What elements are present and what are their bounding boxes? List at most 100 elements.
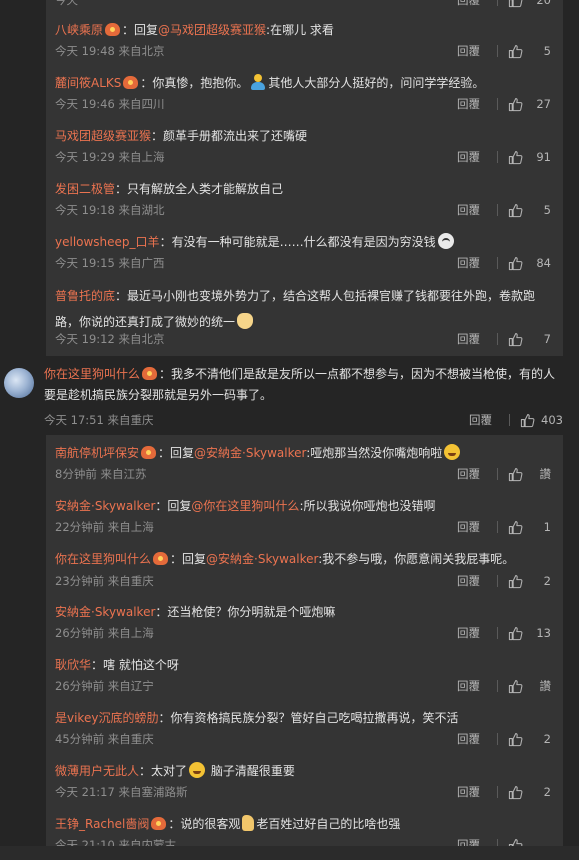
divider bbox=[497, 680, 498, 692]
like-count: 讚 bbox=[539, 467, 552, 481]
divider bbox=[497, 0, 498, 6]
grin-emoji-icon bbox=[444, 444, 461, 460]
reply-body: 其他人大部分人挺好的，问问学学经验。 bbox=[268, 76, 485, 90]
fan-badge-icon bbox=[123, 76, 139, 89]
thumbs-up-icon bbox=[508, 520, 523, 534]
divider bbox=[497, 98, 498, 110]
reply-text: yellowsheep_口羊：有没有一种可能就是……什么都没有是因为穷没钱 bbox=[55, 229, 549, 255]
horizontal-scrollbar[interactable] bbox=[0, 846, 579, 860]
reply-button[interactable]: 回覆 bbox=[457, 466, 489, 482]
reply-body: ：还当枪使？你分明就是个哑炮嘛 bbox=[155, 605, 336, 619]
dog-emoji-icon bbox=[437, 233, 454, 249]
reply-button[interactable]: 回覆 bbox=[469, 412, 501, 428]
reply-body: ：回复 bbox=[170, 552, 207, 566]
reply-text: 发困二极管：只有解放全人类才能解放自己 bbox=[55, 176, 549, 202]
reply-actions: 回覆 91 bbox=[457, 149, 551, 165]
reply-username[interactable]: 安納金·Skywalker bbox=[55, 605, 155, 619]
reply-username[interactable]: 马戏团超级赛亚猴 bbox=[55, 129, 151, 143]
like-button[interactable]: 5 bbox=[508, 44, 551, 59]
reply-button[interactable]: 回覆 bbox=[457, 678, 489, 694]
like-count: 5 bbox=[543, 203, 551, 217]
mention-link[interactable]: @安納金·Skywalker bbox=[194, 446, 306, 460]
like-button[interactable]: 84 bbox=[508, 256, 551, 271]
reply-username[interactable]: 是vikey沉底的螃肋 bbox=[55, 711, 158, 725]
like-button[interactable]: 27 bbox=[508, 97, 551, 112]
reply-button[interactable]: 回覆 bbox=[457, 255, 489, 271]
reply-button[interactable]: 回覆 bbox=[457, 731, 489, 747]
thumb-emoji-icon bbox=[242, 815, 255, 831]
reply-text: 南航停机坪保安 ：回复@安納金·Skywalker:哑炮那当然没你嘴炮响啦 bbox=[55, 440, 549, 466]
reply-username[interactable]: 安納金·Skywalker bbox=[55, 499, 155, 513]
reply-button[interactable]: 回覆 bbox=[457, 96, 489, 112]
thumbs-up-icon bbox=[508, 150, 523, 164]
reply-button[interactable]: 回覆 bbox=[457, 202, 489, 218]
reply-body: :在哪儿 求看 bbox=[266, 23, 334, 37]
reply-username[interactable]: 王铮_Rachel嗇阀 bbox=[55, 817, 149, 831]
like-button[interactable]: 403 bbox=[520, 413, 563, 428]
reply-username[interactable]: 麓间筱ALKS bbox=[55, 76, 121, 90]
thumbs-up-icon bbox=[508, 256, 523, 270]
reply-meta: 今天 19:15 来自广西 bbox=[55, 255, 164, 271]
reply-body: ：有没有一种可能就是……什么都没有是因为穷没钱 bbox=[159, 235, 436, 249]
reply-username[interactable]: 你在这里狗叫什么 bbox=[55, 552, 151, 566]
reply-actions: 回覆 2 bbox=[457, 784, 551, 800]
like-count: 403 bbox=[541, 413, 563, 427]
reply-body: 老百姓过好自己的比啥也强 bbox=[256, 817, 401, 831]
reply-username[interactable]: 南航停机坪保安 bbox=[55, 446, 139, 460]
like-button[interactable]: 1 bbox=[508, 520, 551, 535]
reply-button[interactable]: 回覆 bbox=[457, 43, 489, 59]
reply-username[interactable]: yellowsheep_口羊 bbox=[55, 235, 160, 249]
like-count: 5 bbox=[543, 44, 551, 58]
like-button[interactable]: 13 bbox=[508, 626, 551, 641]
reply-button[interactable]: 回覆 bbox=[457, 149, 489, 165]
reply-meta: 今天 19:12 来自北京 bbox=[55, 331, 164, 347]
mention-link[interactable]: @安納金·Skywalker bbox=[206, 552, 318, 566]
mention-link[interactable]: @你在这里狗叫什么 bbox=[191, 499, 299, 513]
like-button[interactable]: 2 bbox=[508, 785, 551, 800]
reply-meta: 23分钟前 来自重庆 bbox=[55, 573, 154, 589]
mention-link[interactable]: @马戏团超级赛亚猴 bbox=[158, 23, 266, 37]
thumbs-up-icon bbox=[508, 785, 523, 799]
reply-username[interactable]: 微薄用户无此人 bbox=[55, 764, 139, 778]
reply-actions: 回覆 2 bbox=[457, 573, 551, 589]
like-button[interactable]: 5 bbox=[508, 203, 551, 218]
reply-button[interactable]: 回覆 bbox=[457, 519, 489, 535]
like-button[interactable]: 2 bbox=[508, 732, 551, 747]
like-button[interactable]: 讚 bbox=[508, 678, 551, 694]
reply-button[interactable]: 回覆 bbox=[457, 0, 489, 8]
reply-button[interactable]: 回覆 bbox=[457, 573, 489, 589]
reply-button[interactable]: 回覆 bbox=[457, 331, 489, 347]
reply-location: 来自北京 bbox=[118, 332, 165, 346]
reply-time: 今天 bbox=[55, 0, 78, 7]
comment-username[interactable]: 你在这里狗叫什么 bbox=[44, 367, 140, 381]
reply-body: ：你真惨，抱抱你。 bbox=[140, 76, 249, 90]
reply-body: :我不参与哦，你愿意闹关我屁事呢。 bbox=[318, 552, 515, 566]
reply-button[interactable]: 回覆 bbox=[457, 784, 489, 800]
reply-username[interactable]: 普鲁托的底 bbox=[55, 289, 115, 303]
divider bbox=[497, 257, 498, 269]
reply-text: 你在这里狗叫什么 ：回复@安納金·Skywalker:我不参与哦，你愿意闹关我屁事… bbox=[55, 546, 549, 572]
reply-button[interactable]: 回覆 bbox=[457, 625, 489, 641]
reply-time: 今天 19:46 bbox=[55, 97, 115, 111]
fan-badge-icon bbox=[105, 23, 121, 36]
reply-username[interactable]: 耿欣华 bbox=[55, 658, 91, 672]
reply-username[interactable]: 发困二极管 bbox=[55, 182, 115, 196]
like-button[interactable]: 20 bbox=[508, 0, 551, 8]
like-count: 13 bbox=[536, 626, 551, 640]
reply-location: 来自广西 bbox=[118, 256, 165, 270]
like-button[interactable]: 2 bbox=[508, 574, 551, 589]
like-button[interactable]: 91 bbox=[508, 150, 551, 165]
reply-text: 耿欣华：嗐 就怕这个呀 bbox=[55, 652, 549, 678]
thumbs-up-icon bbox=[508, 574, 523, 588]
divider bbox=[497, 204, 498, 216]
like-button[interactable]: 讚 bbox=[508, 466, 551, 482]
reply-text: 微薄用户无此人：太对了 脑子清醒很重要 bbox=[55, 758, 549, 784]
like-count: 20 bbox=[536, 0, 551, 7]
divider bbox=[497, 786, 498, 798]
avatar[interactable] bbox=[4, 368, 34, 398]
reply-time: 26分钟前 bbox=[55, 626, 105, 640]
reply-meta: 26分钟前 来自上海 bbox=[55, 625, 154, 641]
reply-username[interactable]: 八峡乘原 bbox=[55, 23, 103, 37]
like-button[interactable]: 7 bbox=[508, 332, 551, 347]
reply-actions: 回覆 2 bbox=[457, 731, 551, 747]
